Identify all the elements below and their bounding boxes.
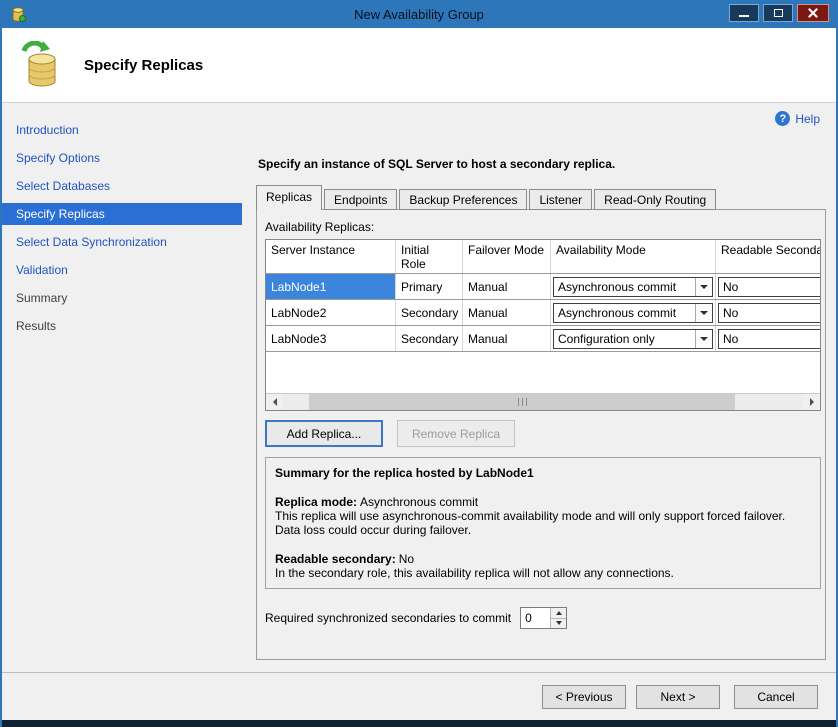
cell-readable-secondary: No xyxy=(716,326,821,351)
table-row[interactable]: LabNode1 Primary Manual Asynchronous com… xyxy=(266,274,821,300)
sidebar-item-introduction[interactable]: Introduction xyxy=(2,119,242,141)
minimize-button[interactable] xyxy=(729,4,759,22)
wizard-header: Specify Replicas xyxy=(2,28,836,103)
table-row[interactable]: LabNode3 Secondary Manual Configuration … xyxy=(266,326,821,352)
scroll-right-icon[interactable] xyxy=(803,394,820,410)
cell-readable-secondary: No xyxy=(716,274,821,299)
instruction-text: Specify an instance of SQL Server to hos… xyxy=(258,157,826,171)
cancel-button[interactable]: Cancel xyxy=(734,685,818,709)
database-refresh-icon xyxy=(18,41,64,89)
next-button[interactable]: Next > xyxy=(636,685,720,709)
help-label: Help xyxy=(795,112,820,126)
tab-listener[interactable]: Listener xyxy=(529,189,592,210)
cell-initial-role[interactable]: Primary xyxy=(396,274,463,299)
replica-summary-box: Summary for the replica hosted by LabNod… xyxy=(265,457,821,589)
maximize-icon xyxy=(774,9,783,17)
close-button[interactable] xyxy=(797,4,829,22)
wizard-footer: < Previous Next > Cancel xyxy=(2,672,836,720)
cell-server-instance[interactable]: LabNode1 xyxy=(266,274,396,299)
cell-failover-mode[interactable]: Manual xyxy=(463,326,551,351)
column-header-readable-secondary[interactable]: Readable Secondary xyxy=(716,240,821,273)
tab-endpoints[interactable]: Endpoints xyxy=(324,189,397,210)
cell-initial-role[interactable]: Secondary xyxy=(396,300,463,325)
window-controls xyxy=(729,4,829,22)
sidebar-item-specify-replicas[interactable]: Specify Replicas xyxy=(2,203,242,225)
chevron-down-icon[interactable] xyxy=(695,304,712,322)
sidebar-item-validation[interactable]: Validation xyxy=(2,259,242,281)
replicas-tab-panel: Availability Replicas: Server Instance I… xyxy=(256,209,826,660)
column-header-failover-mode[interactable]: Failover Mode xyxy=(463,240,551,273)
replica-mode-label: Replica mode: xyxy=(275,495,357,509)
cell-availability-mode: Asynchronous commit xyxy=(551,274,716,299)
remove-replica-button[interactable]: Remove Replica xyxy=(397,420,515,447)
availability-mode-dropdown[interactable]: Asynchronous commit xyxy=(553,277,713,297)
tab-backup-preferences[interactable]: Backup Preferences xyxy=(399,189,527,210)
readable-secondary-label: Readable secondary: xyxy=(275,552,396,566)
availability-replicas-label: Availability Replicas: xyxy=(265,220,819,234)
previous-button[interactable]: < Previous xyxy=(542,685,626,709)
replicas-grid-inner: Server Instance Initial Role Failover Mo… xyxy=(266,240,821,393)
cell-server-instance[interactable]: LabNode2 xyxy=(266,300,396,325)
wizard-content: ? Help Specify an instance of SQL Server… xyxy=(242,103,838,672)
column-header-initial-role[interactable]: Initial Role xyxy=(396,240,463,273)
close-icon xyxy=(807,7,819,19)
readable-secondary-dropdown[interactable]: No xyxy=(718,329,821,349)
scrollbar-track[interactable] xyxy=(283,394,803,410)
scroll-left-icon[interactable] xyxy=(266,394,283,410)
readable-secondary-description: In the secondary role, this availability… xyxy=(275,566,811,580)
cell-availability-mode: Asynchronous commit xyxy=(551,300,716,325)
wizard-steps-sidebar: Introduction Specify Options Select Data… xyxy=(2,103,242,672)
cell-initial-role[interactable]: Secondary xyxy=(396,326,463,351)
chevron-down-icon[interactable] xyxy=(695,278,712,296)
column-header-server-instance[interactable]: Server Instance xyxy=(266,240,396,273)
replica-buttons-row: Add Replica... Remove Replica xyxy=(265,420,819,447)
sidebar-item-select-data-synchronization[interactable]: Select Data Synchronization xyxy=(2,231,242,253)
quorum-input[interactable] xyxy=(521,608,550,628)
help-icon: ? xyxy=(775,111,790,126)
scrollbar-thumb[interactable] xyxy=(309,394,735,410)
chevron-down-icon[interactable] xyxy=(695,330,712,348)
grid-header-row: Server Instance Initial Role Failover Mo… xyxy=(266,240,821,274)
quorum-spinner xyxy=(520,607,567,629)
tab-strip: Replicas Endpoints Backup Preferences Li… xyxy=(254,185,826,210)
titlebar[interactable]: New Availability Group xyxy=(2,0,836,28)
replica-mode-value: Asynchronous commit xyxy=(360,495,478,509)
cell-failover-mode[interactable]: Manual xyxy=(463,274,551,299)
spin-down-icon[interactable] xyxy=(551,619,566,629)
horizontal-scrollbar[interactable] xyxy=(266,393,820,410)
availability-mode-dropdown[interactable]: Configuration only xyxy=(553,329,713,349)
cell-readable-secondary: No xyxy=(716,300,821,325)
quorum-row: Required synchronized secondaries to com… xyxy=(265,607,819,629)
maximize-button[interactable] xyxy=(763,4,793,22)
availability-mode-dropdown[interactable]: Asynchronous commit xyxy=(553,303,713,323)
wizard-body: Introduction Specify Options Select Data… xyxy=(2,103,836,672)
sidebar-item-specify-options[interactable]: Specify Options xyxy=(2,147,242,169)
sidebar-item-select-databases[interactable]: Select Databases xyxy=(2,175,242,197)
table-row[interactable]: LabNode2 Secondary Manual Asynchronous c… xyxy=(266,300,821,326)
help-link[interactable]: ? Help xyxy=(775,111,820,126)
readable-secondary-dropdown[interactable]: No xyxy=(718,303,821,323)
cell-failover-mode[interactable]: Manual xyxy=(463,300,551,325)
summary-title: Summary for the replica hosted by LabNod… xyxy=(275,466,811,480)
spin-up-icon[interactable] xyxy=(551,608,566,619)
new-availability-group-window: New Availability Group Specify Replicas … xyxy=(0,0,838,727)
cell-availability-mode: Configuration only xyxy=(551,326,716,351)
tab-replicas[interactable]: Replicas xyxy=(256,185,322,210)
column-header-availability-mode[interactable]: Availability Mode xyxy=(551,240,716,273)
window-bottom-edge xyxy=(2,720,836,727)
tab-read-only-routing[interactable]: Read-Only Routing xyxy=(594,189,716,210)
readable-secondary-dropdown[interactable]: No xyxy=(718,277,821,297)
replica-mode-description: This replica will use asynchronous-commi… xyxy=(275,509,811,537)
page-title: Specify Replicas xyxy=(84,57,203,74)
readable-secondary-value: No xyxy=(399,552,414,566)
minimize-icon xyxy=(739,15,749,17)
cell-server-instance[interactable]: LabNode3 xyxy=(266,326,396,351)
window-title: New Availability Group xyxy=(2,7,836,22)
replicas-grid: Server Instance Initial Role Failover Mo… xyxy=(265,239,821,411)
sidebar-item-results: Results xyxy=(2,315,242,337)
sidebar-item-summary: Summary xyxy=(2,287,242,309)
add-replica-button[interactable]: Add Replica... xyxy=(265,420,383,447)
quorum-label: Required synchronized secondaries to com… xyxy=(265,611,511,625)
